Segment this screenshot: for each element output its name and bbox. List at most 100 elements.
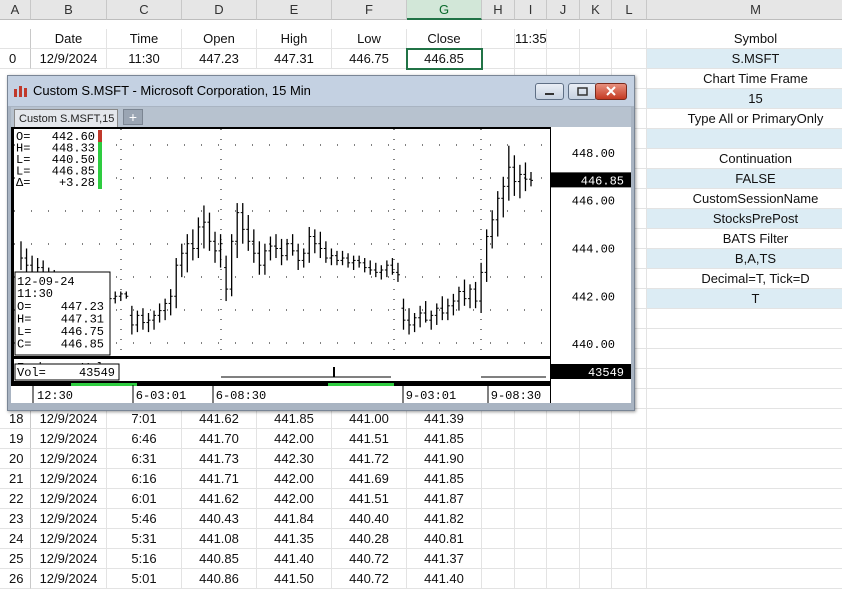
cell-m[interactable] <box>647 509 842 529</box>
cell-m[interactable] <box>647 349 842 369</box>
cell-f[interactable]: 440.40 <box>332 509 407 529</box>
row-number[interactable] <box>0 29 31 49</box>
cell-e[interactable]: High <box>257 29 332 49</box>
maximize-button[interactable] <box>568 83 597 100</box>
cell-d[interactable]: 441.73 <box>182 449 257 469</box>
m-column-cell[interactable] <box>647 129 842 149</box>
cell-b[interactable]: 12/9/2024 <box>31 409 107 429</box>
cell-i[interactable]: 11:35:38 AM <box>515 29 547 49</box>
cell-f[interactable]: 441.51 <box>332 429 407 449</box>
cell-h[interactable] <box>482 29 515 49</box>
cell-g[interactable]: 441.87 <box>407 489 482 509</box>
column-header-j[interactable]: J <box>547 0 580 20</box>
cell-k[interactable] <box>580 469 612 489</box>
cell-d[interactable]: 440.86 <box>182 569 257 589</box>
cell-m[interactable] <box>647 529 842 549</box>
row-number[interactable]: 23 <box>0 509 31 529</box>
cell-h[interactable] <box>482 509 515 529</box>
cell-g[interactable]: 446.85 <box>407 49 482 69</box>
cell-d[interactable]: 440.85 <box>182 549 257 569</box>
cell-m[interactable] <box>647 369 842 389</box>
cell-i[interactable] <box>515 549 547 569</box>
cell-b[interactable]: 12/9/2024 <box>31 529 107 549</box>
chart-window[interactable]: Custom S.MSFT - Microsoft Corporation, 1… <box>7 75 635 411</box>
row-number[interactable]: 0 <box>0 49 31 69</box>
add-tab-button[interactable]: + <box>123 109 143 125</box>
cell-m[interactable] <box>647 449 842 469</box>
column-header-l[interactable]: L <box>612 0 647 20</box>
cell-l[interactable] <box>612 549 647 569</box>
cell-f[interactable]: 440.72 <box>332 549 407 569</box>
cell-b[interactable]: 12/9/2024 <box>31 569 107 589</box>
cell-i[interactable] <box>515 489 547 509</box>
cell-c[interactable]: 6:01 <box>107 489 182 509</box>
column-header-b[interactable]: B <box>31 0 107 20</box>
price-chart-canvas[interactable]: 448.00446.00444.00442.00440.00446.85O= 44… <box>11 127 631 403</box>
cell-c[interactable]: 7:01 <box>107 409 182 429</box>
column-header-i[interactable]: I <box>515 0 547 20</box>
column-header-d[interactable]: D <box>182 0 257 20</box>
cell-m[interactable] <box>647 469 842 489</box>
cell-m[interactable] <box>647 549 842 569</box>
cell-i[interactable] <box>515 409 547 429</box>
cell-h[interactable] <box>482 549 515 569</box>
m-column-cell[interactable]: T <box>647 289 842 309</box>
cell-d[interactable]: 440.43 <box>182 509 257 529</box>
cell-b[interactable]: 12/9/2024 <box>31 549 107 569</box>
cell-f[interactable]: Low <box>332 29 407 49</box>
cell-b[interactable]: 12/9/2024 <box>31 489 107 509</box>
cell-j[interactable] <box>547 449 580 469</box>
cell-g[interactable]: 440.81 <box>407 529 482 549</box>
cell-l[interactable] <box>612 49 647 69</box>
cell-e[interactable]: 442.30 <box>257 449 332 469</box>
cell-d[interactable]: 447.23 <box>182 49 257 69</box>
cell-l[interactable] <box>612 29 647 49</box>
cell-f[interactable]: 441.69 <box>332 469 407 489</box>
m-column-cell[interactable]: FALSE <box>647 169 842 189</box>
cell-c[interactable]: 5:16 <box>107 549 182 569</box>
cell-e[interactable]: 441.50 <box>257 569 332 589</box>
row-number[interactable]: 21 <box>0 469 31 489</box>
cell-k[interactable] <box>580 509 612 529</box>
cell-h[interactable] <box>482 489 515 509</box>
cell-c[interactable]: 5:01 <box>107 569 182 589</box>
cell-b[interactable]: 12/9/2024 <box>31 449 107 469</box>
cell-e[interactable]: 441.84 <box>257 509 332 529</box>
cell-l[interactable] <box>612 529 647 549</box>
cell-g[interactable]: 441.37 <box>407 549 482 569</box>
cell-g[interactable]: 441.40 <box>407 569 482 589</box>
row-number[interactable]: 24 <box>0 529 31 549</box>
cell-c[interactable]: 5:31 <box>107 529 182 549</box>
column-header-k[interactable]: K <box>580 0 612 20</box>
cell-m[interactable]: S.MSFT <box>647 49 842 69</box>
cell-c[interactable]: 6:46 <box>107 429 182 449</box>
cell-e[interactable]: 441.35 <box>257 529 332 549</box>
cell-g[interactable]: 441.85 <box>407 469 482 489</box>
cell-e[interactable]: 442.00 <box>257 429 332 449</box>
price-chart[interactable]: 448.00 446.00 444.00 442.00 440.00 446.85 O= 44… <box>11 127 631 403</box>
cell-m[interactable] <box>647 389 842 409</box>
cell-k[interactable] <box>580 449 612 469</box>
cell-g[interactable]: 441.90 <box>407 449 482 469</box>
row-number[interactable]: 22 <box>0 489 31 509</box>
row-number[interactable]: 25 <box>0 549 31 569</box>
cell-c[interactable]: 5:46 <box>107 509 182 529</box>
cell-j[interactable] <box>547 509 580 529</box>
cell-m[interactable] <box>647 489 842 509</box>
cell-i[interactable] <box>515 509 547 529</box>
cell-h[interactable] <box>482 469 515 489</box>
cell-f[interactable]: 440.28 <box>332 529 407 549</box>
row-number[interactable]: 18 <box>0 409 31 429</box>
cell-i[interactable] <box>515 429 547 449</box>
cell-m[interactable] <box>647 329 842 349</box>
cell-j[interactable] <box>547 29 580 49</box>
cell-l[interactable] <box>612 469 647 489</box>
column-header-g[interactable]: G <box>407 0 482 20</box>
cell-g[interactable]: 441.82 <box>407 509 482 529</box>
cell-i[interactable] <box>515 569 547 589</box>
cell-l[interactable] <box>612 409 647 429</box>
cell-h[interactable] <box>482 49 515 69</box>
minimize-button[interactable] <box>535 83 564 100</box>
cell-k[interactable] <box>580 409 612 429</box>
column-header-a[interactable]: A <box>0 0 31 20</box>
